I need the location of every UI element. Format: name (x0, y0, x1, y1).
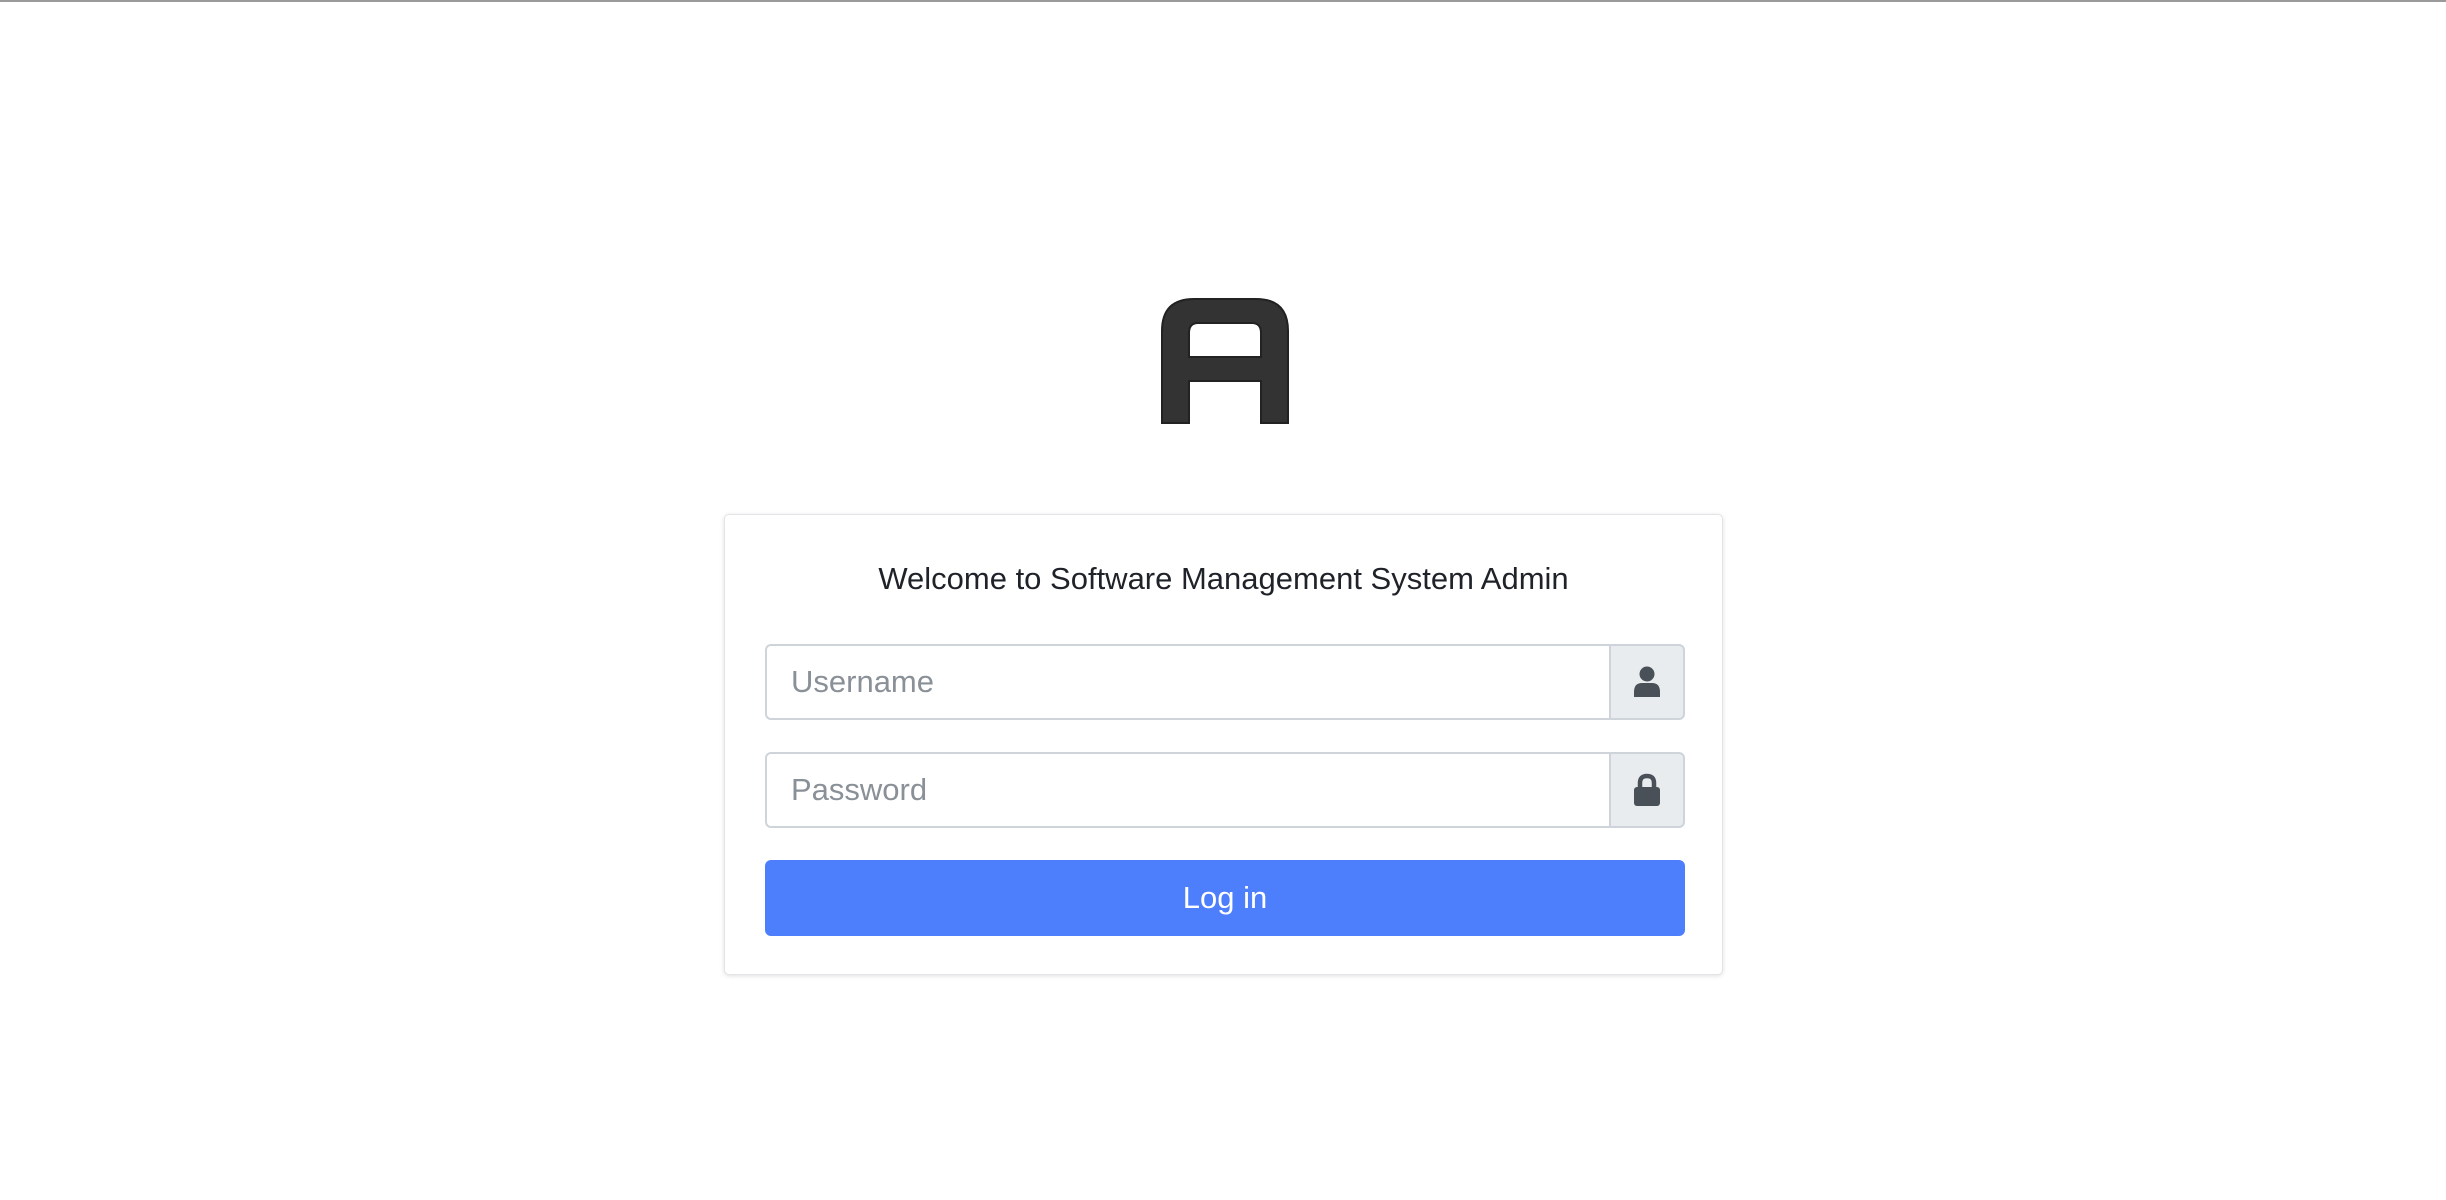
password-addon (1609, 752, 1685, 828)
user-icon (1634, 666, 1660, 697)
username-group (765, 644, 1685, 720)
login-card: Welcome to Software Management System Ad… (724, 514, 1723, 975)
password-group (765, 752, 1685, 828)
welcome-heading: Welcome to Software Management System Ad… (878, 561, 1569, 596)
app-logo (1161, 298, 1289, 424)
top-border (0, 0, 2446, 2)
username-addon (1609, 644, 1685, 720)
login-button[interactable]: Log in (765, 860, 1685, 936)
username-input[interactable] (765, 644, 1609, 720)
password-input[interactable] (765, 752, 1609, 828)
lock-icon (1634, 773, 1660, 806)
